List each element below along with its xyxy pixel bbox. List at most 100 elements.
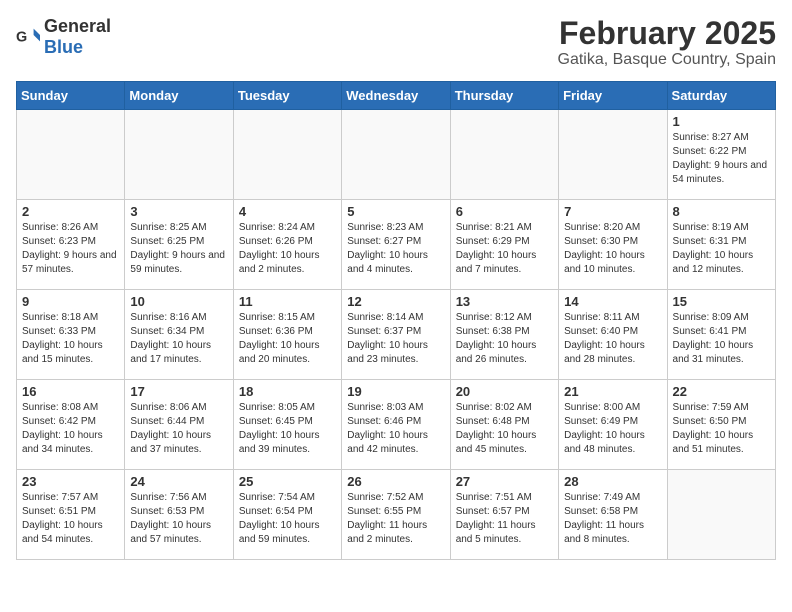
week-row-1: 2 Sunrise: 8:26 AM Sunset: 6:23 PM Daylig… [17, 200, 776, 290]
day-cell-4-2: 25Sunrise: 7:54 AM Sunset: 6:54 PM Dayli… [233, 470, 341, 560]
day-cell-0-2 [233, 110, 341, 200]
header-thursday: Thursday [450, 82, 558, 110]
day-cell-3-4: 20Sunrise: 8:02 AM Sunset: 6:48 PM Dayli… [450, 380, 558, 470]
day-info-24: Sunrise: 7:56 AM Sunset: 6:53 PM Dayligh… [130, 491, 227, 547]
day-number-23: 23 [22, 474, 119, 489]
day-cell-3-0: 16 Sunrise: 8:08 AM Sunset: 6:42 PM Dayli… [17, 380, 125, 470]
day-number-11: 11 [239, 294, 336, 309]
day-cell-4-6 [667, 470, 775, 560]
day-number-17: 17 [130, 384, 227, 399]
day-cell-2-0: 9 Sunrise: 8:18 AM Sunset: 6:33 PM Daylig… [17, 290, 125, 380]
day-cell-0-5 [559, 110, 667, 200]
day-info-15: Sunrise: 8:09 AM Sunset: 6:41 PM Dayligh… [673, 311, 770, 367]
header-saturday: Saturday [667, 82, 775, 110]
day-cell-4-3: 26 Sunrise: 7:52 AM Sunset: 6:55 PM Dayli… [342, 470, 450, 560]
day-number-16: 16 [22, 384, 119, 399]
day-number-15: 15 [673, 294, 770, 309]
header: G General Blue February 2025 Gatika, Bas… [16, 16, 776, 69]
day-cell-1-2: 4 Sunrise: 8:24 AM Sunset: 6:26 PM Daylig… [233, 200, 341, 290]
header-sunday: Sunday [17, 82, 125, 110]
day-cell-2-1: 10Sunrise: 8:16 AM Sunset: 6:34 PM Dayli… [125, 290, 233, 380]
day-info-14: Sunrise: 8:11 AM Sunset: 6:40 PM Dayligh… [564, 311, 661, 367]
day-cell-3-2: 18 Sunrise: 8:05 AM Sunset: 6:45 PM Dayli… [233, 380, 341, 470]
day-number-10: 10 [130, 294, 227, 309]
calendar-title: February 2025 [558, 16, 777, 51]
day-info-21: Sunrise: 8:00 AM Sunset: 6:49 PM Dayligh… [564, 401, 661, 457]
day-info-13: Sunrise: 8:12 AM Sunset: 6:38 PM Dayligh… [456, 311, 553, 367]
day-cell-2-2: 11 Sunrise: 8:15 AM Sunset: 6:36 PM Dayli… [233, 290, 341, 380]
week-row-0: 1 Sunrise: 8:27 AM Sunset: 6:22 PM Daylig… [17, 110, 776, 200]
logo-icon: G [16, 27, 40, 47]
day-number-3: 3 [130, 204, 227, 219]
day-number-19: 19 [347, 384, 444, 399]
day-cell-1-6: 8 Sunrise: 8:19 AM Sunset: 6:31 PM Daylig… [667, 200, 775, 290]
day-cell-0-1 [125, 110, 233, 200]
day-cell-4-1: 24 Sunrise: 7:56 AM Sunset: 6:53 PM Dayli… [125, 470, 233, 560]
day-info-17: Sunrise: 8:06 AM Sunset: 6:44 PM Dayligh… [130, 401, 227, 457]
day-cell-0-4 [450, 110, 558, 200]
day-info-28: Sunrise: 7:49 AM Sunset: 6:58 PM Dayligh… [564, 491, 661, 547]
day-info-6: Sunrise: 8:21 AM Sunset: 6:29 PM Dayligh… [456, 221, 553, 277]
day-cell-4-5: 28 Sunrise: 7:49 AM Sunset: 6:58 PM Dayli… [559, 470, 667, 560]
day-number-13: 13 [456, 294, 553, 309]
day-info-27: Sunrise: 7:51 AM Sunset: 6:57 PM Dayligh… [456, 491, 553, 547]
day-number-8: 8 [673, 204, 770, 219]
day-number-21: 21 [564, 384, 661, 399]
day-cell-2-3: 12Sunrise: 8:14 AM Sunset: 6:37 PM Dayli… [342, 290, 450, 380]
day-cell-3-3: 19 Sunrise: 8:03 AM Sunset: 6:46 PM Dayli… [342, 380, 450, 470]
logo: G General Blue [16, 16, 111, 58]
day-cell-3-5: 21 Sunrise: 8:00 AM Sunset: 6:49 PM Dayli… [559, 380, 667, 470]
day-cell-3-1: 17 Sunrise: 8:06 AM Sunset: 6:44 PM Dayli… [125, 380, 233, 470]
day-info-5: Sunrise: 8:23 AM Sunset: 6:27 PM Dayligh… [347, 221, 444, 277]
day-cell-1-0: 2 Sunrise: 8:26 AM Sunset: 6:23 PM Daylig… [17, 200, 125, 290]
title-area: February 2025 Gatika, Basque Country, Sp… [558, 16, 777, 69]
day-cell-1-3: 5 Sunrise: 8:23 AM Sunset: 6:27 PM Daylig… [342, 200, 450, 290]
day-info-11: Sunrise: 8:15 AM Sunset: 6:36 PM Dayligh… [239, 311, 336, 367]
logo-blue: Blue [44, 37, 83, 57]
day-info-18: Sunrise: 8:05 AM Sunset: 6:45 PM Dayligh… [239, 401, 336, 457]
calendar-subtitle: Gatika, Basque Country, Spain [558, 51, 777, 69]
day-number-28: 28 [564, 474, 661, 489]
day-info-8: Sunrise: 8:19 AM Sunset: 6:31 PM Dayligh… [673, 221, 770, 277]
week-row-2: 9 Sunrise: 8:18 AM Sunset: 6:33 PM Daylig… [17, 290, 776, 380]
day-cell-1-4: 6 Sunrise: 8:21 AM Sunset: 6:29 PM Daylig… [450, 200, 558, 290]
day-info-16: Sunrise: 8:08 AM Sunset: 6:42 PM Dayligh… [22, 401, 119, 457]
svg-text:G: G [16, 29, 27, 45]
day-number-9: 9 [22, 294, 119, 309]
week-row-4: 23Sunrise: 7:57 AM Sunset: 6:51 PM Dayli… [17, 470, 776, 560]
day-info-9: Sunrise: 8:18 AM Sunset: 6:33 PM Dayligh… [22, 311, 119, 367]
day-number-27: 27 [456, 474, 553, 489]
day-number-1: 1 [673, 114, 770, 129]
day-cell-1-1: 3 Sunrise: 8:25 AM Sunset: 6:25 PM Daylig… [125, 200, 233, 290]
day-number-22: 22 [673, 384, 770, 399]
weekday-header-row: Sunday Monday Tuesday Wednesday Thursday… [17, 82, 776, 110]
header-tuesday: Tuesday [233, 82, 341, 110]
day-cell-0-3 [342, 110, 450, 200]
day-cell-0-0 [17, 110, 125, 200]
day-number-26: 26 [347, 474, 444, 489]
day-cell-0-6: 1 Sunrise: 8:27 AM Sunset: 6:22 PM Daylig… [667, 110, 775, 200]
day-info-1: Sunrise: 8:27 AM Sunset: 6:22 PM Dayligh… [673, 131, 770, 187]
header-monday: Monday [125, 82, 233, 110]
day-info-2: Sunrise: 8:26 AM Sunset: 6:23 PM Dayligh… [22, 221, 119, 277]
day-info-22: Sunrise: 7:59 AM Sunset: 6:50 PM Dayligh… [673, 401, 770, 457]
day-info-7: Sunrise: 8:20 AM Sunset: 6:30 PM Dayligh… [564, 221, 661, 277]
day-cell-2-4: 13 Sunrise: 8:12 AM Sunset: 6:38 PM Dayli… [450, 290, 558, 380]
logo-general: General [44, 16, 111, 36]
day-info-3: Sunrise: 8:25 AM Sunset: 6:25 PM Dayligh… [130, 221, 227, 277]
day-number-4: 4 [239, 204, 336, 219]
day-number-24: 24 [130, 474, 227, 489]
header-friday: Friday [559, 82, 667, 110]
day-info-4: Sunrise: 8:24 AM Sunset: 6:26 PM Dayligh… [239, 221, 336, 277]
day-cell-4-0: 23Sunrise: 7:57 AM Sunset: 6:51 PM Dayli… [17, 470, 125, 560]
day-number-5: 5 [347, 204, 444, 219]
day-cell-2-6: 15 Sunrise: 8:09 AM Sunset: 6:41 PM Dayli… [667, 290, 775, 380]
day-number-18: 18 [239, 384, 336, 399]
day-number-6: 6 [456, 204, 553, 219]
day-number-2: 2 [22, 204, 119, 219]
day-info-26: Sunrise: 7:52 AM Sunset: 6:55 PM Dayligh… [347, 491, 444, 547]
day-number-14: 14 [564, 294, 661, 309]
logo-text: General Blue [44, 16, 111, 58]
day-info-19: Sunrise: 8:03 AM Sunset: 6:46 PM Dayligh… [347, 401, 444, 457]
day-info-20: Sunrise: 8:02 AM Sunset: 6:48 PM Dayligh… [456, 401, 553, 457]
